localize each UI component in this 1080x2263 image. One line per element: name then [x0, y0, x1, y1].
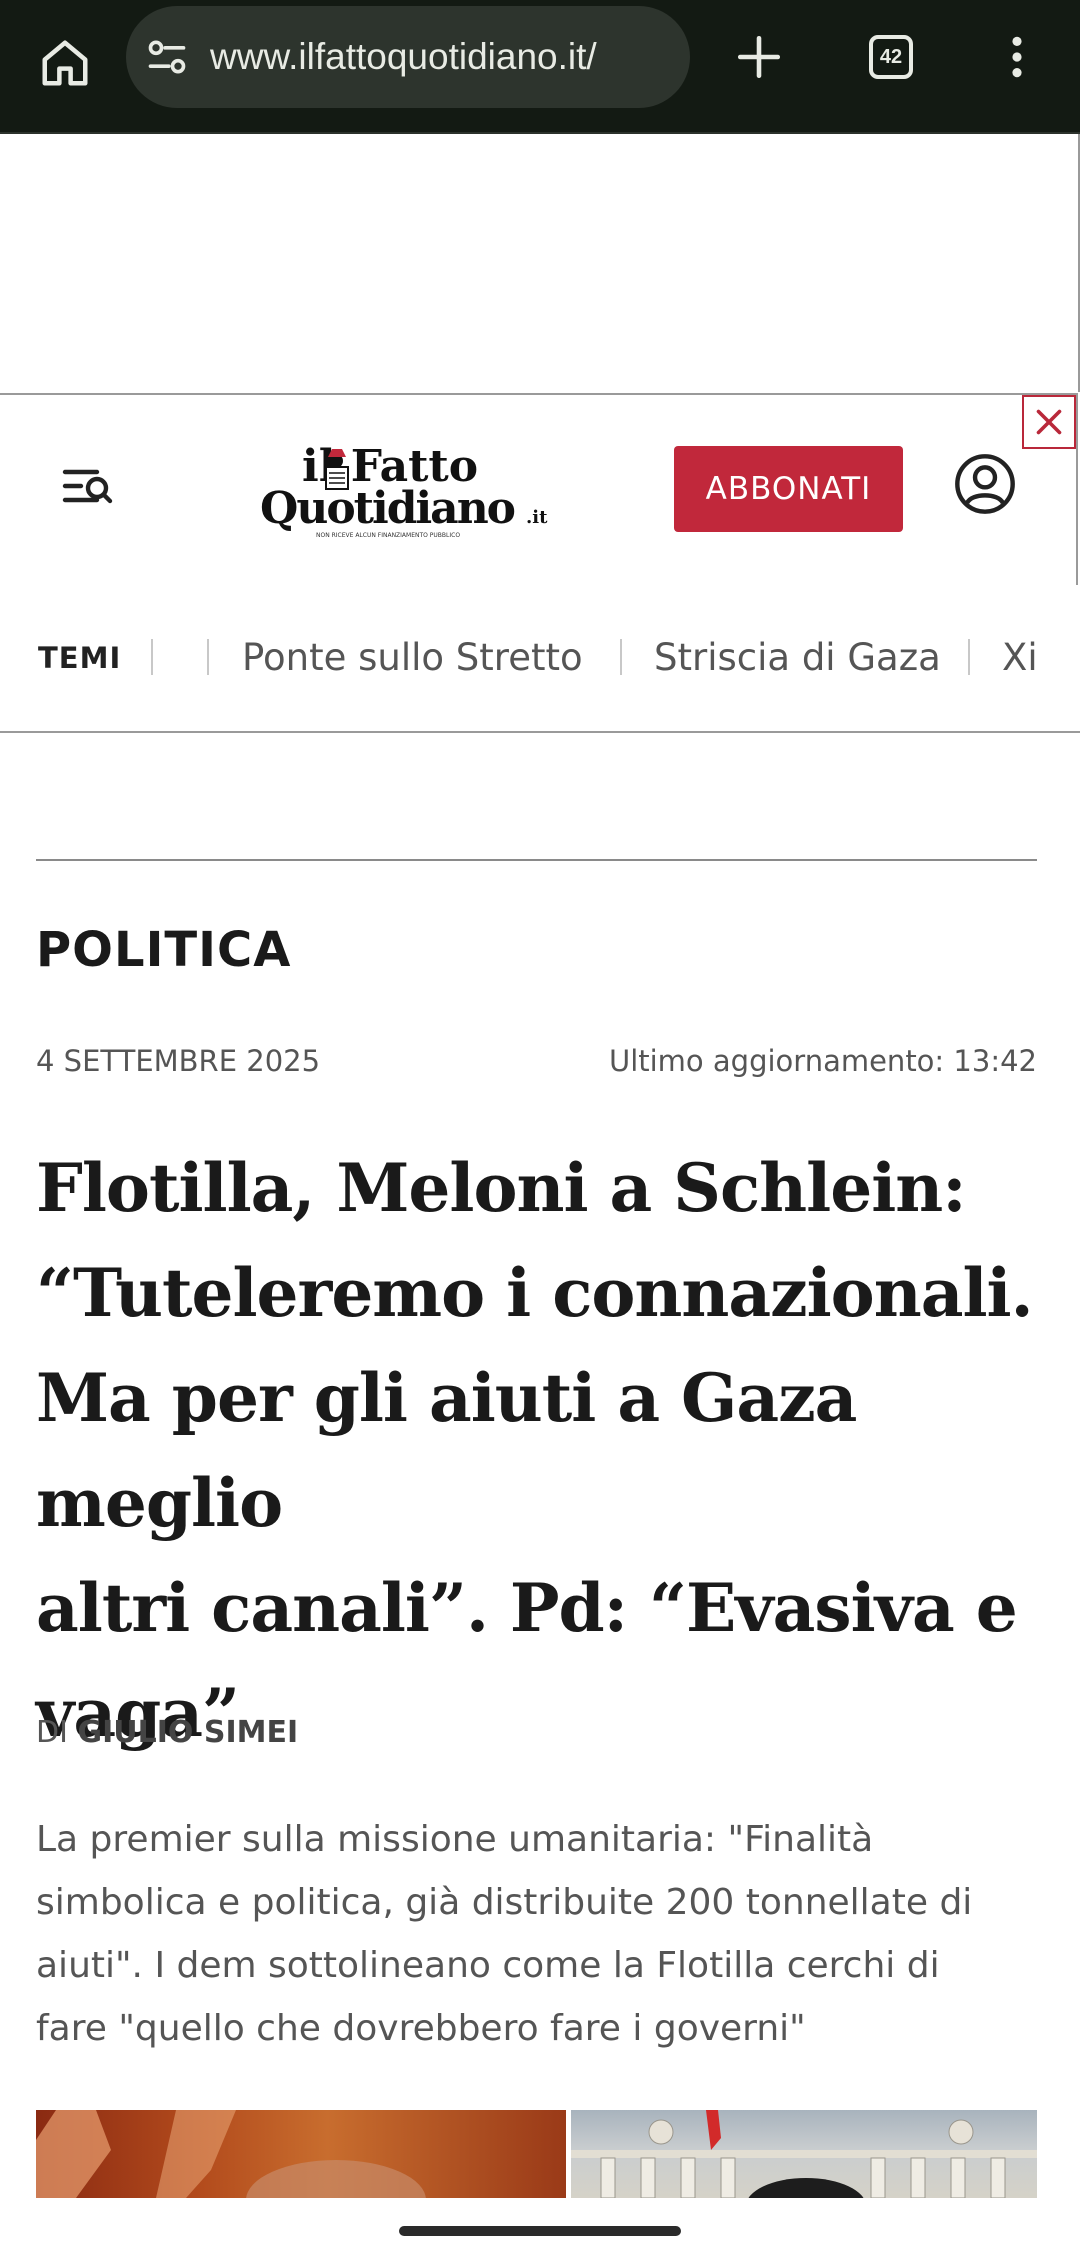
- article-date: 4 SETTEMBRE 2025: [36, 1044, 321, 1078]
- user-account-button[interactable]: [950, 449, 1020, 519]
- article-headline: Flotilla, Meloni a Schlein: “Tuteleremo …: [36, 1136, 1056, 1766]
- site-logo[interactable]: il Fatto Quotidiano .it NON RICEVE ALCUN…: [258, 431, 558, 547]
- home-icon: [42, 40, 88, 86]
- topic-separator: [968, 639, 970, 675]
- menu-search-button[interactable]: [52, 451, 122, 521]
- topic-separator: [207, 639, 209, 675]
- new-tab-button[interactable]: [724, 22, 794, 92]
- tab-count: 42: [869, 35, 913, 79]
- menu-search-icon: [62, 469, 113, 504]
- topics-bar: TEMI Ponte sullo Stretto Striscia di Gaz…: [0, 585, 1080, 733]
- address-bar[interactable]: www.ilfattoquotidiano.it/: [126, 6, 690, 108]
- topic-item-striscia-di-gaza[interactable]: Striscia di Gaza: [654, 585, 941, 731]
- summary-line: La premier sulla missione umanitaria: "F…: [36, 1819, 874, 1860]
- headline-line: Ma per gli aiuti a Gaza meglio: [36, 1359, 857, 1542]
- browser-toolbar: www.ilfattoquotidiano.it/ 42: [0, 0, 1080, 134]
- topic-separator: [620, 639, 622, 675]
- subscribe-button[interactable]: ABBONATI: [674, 446, 903, 532]
- ad-slot: [0, 134, 1080, 392]
- logo-illustration: [325, 449, 349, 490]
- summary-line: simbolica e politica, già distribuite 20…: [36, 1882, 973, 1923]
- topics-label: TEMI: [38, 641, 122, 675]
- topic-item-ponte-sullo-stretto[interactable]: Ponte sullo Stretto: [242, 585, 583, 731]
- author-link[interactable]: GIULIO SIMEI: [78, 1715, 299, 1750]
- site-header: il Fatto Quotidiano .it NON RICEVE ALCUN…: [0, 393, 1078, 587]
- url-text[interactable]: www.ilfattoquotidiano.it/: [210, 6, 680, 108]
- section-label[interactable]: POLITICA: [36, 922, 291, 978]
- close-ad-button[interactable]: [1022, 395, 1076, 449]
- tune-icon[interactable]: [144, 34, 190, 80]
- logo-tagline: NON RICEVE ALCUN FINANZIAMENTO PUBBLICO: [316, 532, 460, 539]
- home-button[interactable]: [30, 28, 100, 98]
- more-vert-icon: [1012, 36, 1022, 78]
- headline-line: altri canali”. Pd: “Evasiva e: [36, 1569, 1018, 1647]
- browser-menu-button[interactable]: [982, 22, 1052, 92]
- article-updated: Ultimo aggiornamento: 13:42: [608, 1044, 1037, 1078]
- plus-icon: [737, 35, 781, 79]
- tab-switcher-button[interactable]: 42: [856, 22, 926, 92]
- headline-line: “Tuteleremo i connazionali.: [36, 1254, 1034, 1332]
- section-divider: [36, 859, 1037, 861]
- summary-line: fare "quello che dovrebbero fare i gover…: [36, 2008, 806, 2049]
- gesture-navigation-bar[interactable]: [399, 2226, 681, 2236]
- topic-item-xi[interactable]: Xi: [1002, 585, 1038, 731]
- user-icon: [955, 454, 1015, 514]
- article-byline: DI GIULIO SIMEI: [36, 1715, 298, 1750]
- article-meta: 4 SETTEMBRE 2025 Ultimo aggiornamento: 1…: [36, 1044, 1037, 1084]
- article-summary: La premier sulla missione umanitaria: "F…: [36, 1808, 1046, 2060]
- byline-prefix: DI: [36, 1715, 68, 1750]
- logo-suffix: .it: [526, 507, 548, 528]
- close-icon: [1036, 409, 1062, 435]
- article-photo-left: [36, 2110, 566, 2198]
- logo-text-bottom: Quotidiano: [260, 483, 515, 534]
- headline-line: Flotilla, Meloni a Schlein:: [36, 1149, 967, 1227]
- article-photo-right: [571, 2110, 1037, 2198]
- summary-line: aiuti". I dem sottolineano come la Floti…: [36, 1945, 940, 1986]
- topic-separator: [151, 639, 153, 675]
